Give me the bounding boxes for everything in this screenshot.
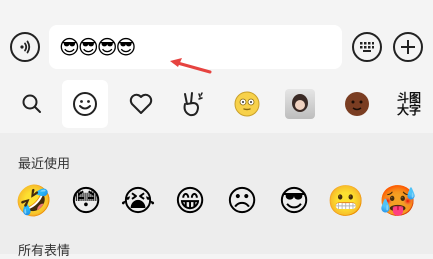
voice-icon[interactable] bbox=[10, 32, 40, 62]
tab-emoji[interactable] bbox=[62, 80, 108, 128]
message-input[interactable]: 😎😎😎😎 bbox=[49, 25, 342, 69]
search-icon bbox=[22, 94, 41, 113]
keyboard-icon[interactable] bbox=[352, 32, 382, 62]
emoji-panel: 最近使用 🤣 😳 😭 😁 ☹ 😎 😬 🥵 所有表情 bbox=[0, 133, 433, 258]
tab-brown-sticker[interactable] bbox=[334, 80, 380, 128]
victory-hand-icon bbox=[183, 92, 203, 117]
recent-emoji-item[interactable]: ☹ bbox=[222, 181, 262, 221]
tab-smiley-sticker[interactable] bbox=[224, 80, 270, 128]
recent-emoji-item[interactable]: 😬 bbox=[326, 181, 366, 221]
recent-emoji-item[interactable]: 😁 bbox=[170, 181, 210, 221]
doutu-label: 斗图 大字 bbox=[396, 91, 421, 117]
recent-emoji-row: 🤣 😳 😭 😁 ☹ 😎 😬 🥵 bbox=[0, 181, 433, 225]
smiley-face-icon bbox=[73, 92, 97, 116]
plus-icon[interactable] bbox=[393, 32, 423, 62]
recent-emoji-item[interactable]: 😭 bbox=[118, 181, 158, 221]
recent-emoji-item[interactable]: 😳 bbox=[66, 181, 106, 221]
recent-emoji-item[interactable]: 🥵 bbox=[378, 181, 418, 221]
heart-icon bbox=[129, 93, 153, 114]
message-text: 😎😎😎😎 bbox=[59, 35, 136, 59]
tab-doutu[interactable]: 斗图 大字 bbox=[386, 80, 432, 128]
recent-emoji-item[interactable]: 😎 bbox=[274, 181, 314, 221]
tab-search[interactable] bbox=[9, 80, 55, 128]
emoji-category-tabs: 斗图 大字 bbox=[0, 75, 433, 133]
photo-thumbnail bbox=[285, 89, 315, 119]
tab-gestures[interactable] bbox=[170, 80, 216, 128]
tab-photo-sticker[interactable] bbox=[277, 80, 323, 128]
keyboard-keys-icon bbox=[360, 42, 374, 52]
recent-emoji-item[interactable]: 🤣 bbox=[14, 181, 54, 221]
brown-face-sticker-icon bbox=[345, 92, 369, 116]
all-emoji-section-title: 所有表情 bbox=[18, 243, 71, 258]
chat-input-bar: 😎😎😎😎 bbox=[0, 0, 433, 75]
plus-sign-icon bbox=[401, 40, 415, 54]
yellow-smiley-sticker-icon bbox=[234, 91, 260, 117]
recent-section-title: 最近使用 bbox=[18, 156, 71, 171]
tab-favorites[interactable] bbox=[118, 80, 164, 128]
voice-waves-icon bbox=[20, 40, 31, 54]
